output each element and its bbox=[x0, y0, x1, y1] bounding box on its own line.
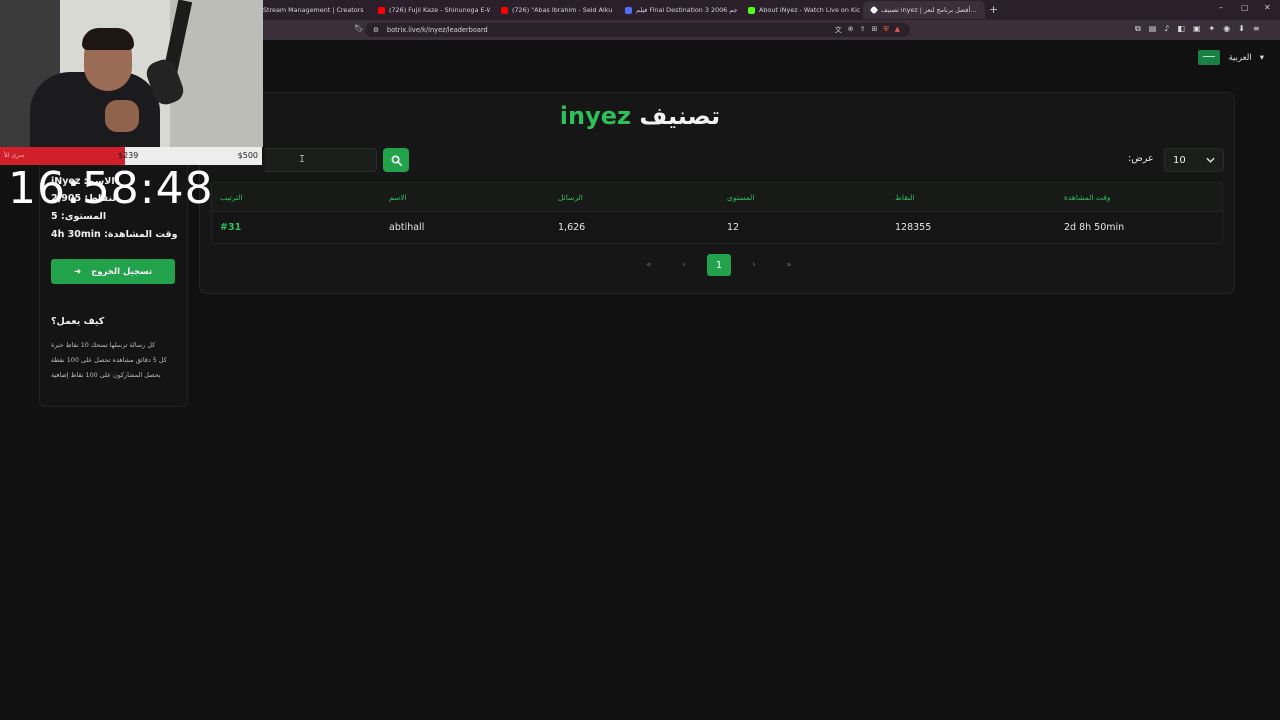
cell-points: 128355 bbox=[895, 222, 932, 233]
play-icon bbox=[625, 6, 632, 14]
next-page-button[interactable]: › bbox=[742, 254, 766, 276]
logout-button[interactable]: تسجيل الخروج ➜ bbox=[51, 259, 175, 284]
goal-left-label: سرى للأ bbox=[4, 152, 25, 159]
table-header: الترتيب الاسم الرسائل المستوى النقاط وقت… bbox=[211, 182, 1223, 212]
brave-shield-icon[interactable]: ⛨ bbox=[883, 25, 888, 35]
youtube-icon bbox=[501, 6, 508, 14]
url-text: botrix.live/k/inyez/leaderboard bbox=[386, 26, 488, 34]
last-page-button[interactable]: » bbox=[777, 254, 801, 276]
panel-icon[interactable]: ◧ bbox=[1177, 24, 1185, 34]
search-input[interactable] bbox=[265, 148, 377, 172]
column-header-level[interactable]: المستوى bbox=[727, 193, 754, 202]
youtube-icon bbox=[378, 6, 385, 14]
leo-icon[interactable]: ✦ bbox=[1209, 24, 1216, 34]
translate-icon[interactable]: 文 bbox=[835, 25, 842, 35]
bookmark-icon[interactable]: 🔖︎ bbox=[354, 24, 364, 33]
pagination: « ‹ 1 › » bbox=[637, 254, 801, 276]
site-info-icon[interactable]: ⚙︎ bbox=[373, 26, 379, 34]
show-count-label: :عرض bbox=[1128, 153, 1154, 164]
saudi-flag-icon bbox=[1198, 50, 1221, 65]
chevron-down-icon bbox=[1206, 157, 1215, 163]
tab-final-destination[interactable]: فيلم Final Destination 3 2006 مترجم bbox=[617, 1, 737, 19]
search-button[interactable] bbox=[383, 148, 409, 172]
tab-leaderboard-active[interactable]: تصنيف inyez | أفضل برنامج لتعز... × bbox=[863, 1, 985, 19]
rewards-icon[interactable]: ▲ bbox=[895, 25, 900, 35]
close-window-button[interactable]: ✕ bbox=[1264, 3, 1271, 12]
goal-target: $500 bbox=[237, 151, 258, 160]
menu-icon[interactable]: ≡ bbox=[1253, 24, 1260, 34]
music-icon[interactable]: ♪ bbox=[1164, 24, 1169, 34]
leaderboard-table: الترتيب الاسم الرسائل المستوى النقاط وقت… bbox=[211, 182, 1223, 244]
how-it-works-title: كيف يعمل؟ bbox=[51, 316, 105, 327]
vpn-icon[interactable]: ◉ bbox=[1223, 24, 1230, 34]
kick-icon bbox=[748, 6, 755, 14]
text-cursor-icon: I bbox=[299, 154, 306, 165]
how-it-works-item: كل 5 دقائق مشاهدة تحصل على 100 نقطة bbox=[51, 356, 167, 364]
cell-name: abtihall bbox=[389, 222, 425, 233]
cell-level: 12 bbox=[727, 222, 740, 233]
logout-label: تسجيل الخروج bbox=[91, 266, 153, 277]
sidebar-icon[interactable]: ▤ bbox=[1149, 24, 1157, 34]
column-header-points[interactable]: النقاط bbox=[895, 193, 915, 202]
how-it-works-item: كل رسالة ترسلها تمنحك 10 نقاط خبرة bbox=[51, 341, 156, 349]
tab-youtube-fujii-kaze[interactable]: (726) Fujii Kaze - Shinunoga E-Wa - bbox=[370, 1, 490, 19]
column-header-messages[interactable]: الرسائل bbox=[558, 193, 583, 202]
wallet-icon[interactable]: ▣ bbox=[1193, 24, 1201, 34]
show-count-select[interactable]: 10 bbox=[1164, 148, 1224, 172]
extensions-icon[interactable]: ⧉ bbox=[1135, 24, 1141, 34]
first-page-button[interactable]: « bbox=[637, 254, 661, 276]
botrix-icon bbox=[869, 5, 879, 15]
url-field[interactable]: ⚙︎ botrix.live/k/inyez/leaderboard 文 ⊕ ⇪… bbox=[365, 23, 910, 37]
logout-icon: ➜ bbox=[73, 266, 82, 277]
table-row: #31 abtihall 1,626 12 128355 2d 8h 50min bbox=[211, 212, 1223, 244]
share-icon[interactable]: ⇪ bbox=[860, 25, 866, 35]
column-header-rank[interactable]: الترتيب bbox=[220, 193, 243, 202]
toolbar-icons: ⧉ ▤ ♪ ◧ ▣ ✦ ◉ ⬇ ≡ bbox=[1135, 24, 1260, 34]
goal-current: $239 bbox=[118, 151, 139, 160]
zoom-icon[interactable]: ⊕ bbox=[848, 25, 854, 35]
cell-messages: 1,626 bbox=[558, 222, 586, 233]
column-header-name[interactable]: الاسم bbox=[389, 193, 407, 202]
new-tab-button[interactable]: + bbox=[989, 3, 998, 16]
tab-kick-about[interactable]: About iNyez - Watch Live on Kick bbox=[740, 1, 860, 19]
show-count-value: 10 bbox=[1173, 154, 1186, 166]
page-1-button[interactable]: 1 bbox=[707, 254, 731, 276]
language-label: العربية bbox=[1228, 52, 1252, 63]
prev-page-button[interactable]: ‹ bbox=[672, 254, 696, 276]
language-selector[interactable]: العربية ▾ bbox=[1198, 50, 1264, 65]
minimize-button[interactable]: – bbox=[1219, 3, 1223, 12]
stream-clock: 16:58:48 bbox=[8, 163, 214, 214]
chevron-down-icon: ▾ bbox=[1259, 52, 1264, 63]
tab-youtube-abas-ibrahim[interactable]: (726) "Abas Ibrahim - Seid Alkul bbox=[493, 1, 613, 19]
search-icon bbox=[391, 155, 402, 166]
webcam-overlay bbox=[0, 0, 263, 147]
cell-rank: #31 bbox=[220, 222, 242, 233]
install-icon[interactable]: ⊞ bbox=[871, 25, 877, 35]
download-icon[interactable]: ⬇ bbox=[1238, 24, 1245, 34]
cell-watchtime: 2d 8h 50min bbox=[1064, 222, 1125, 233]
maximize-button[interactable]: ▢ bbox=[1241, 3, 1249, 12]
user-watchtime: وقت المشاهدة: 4h 30min bbox=[51, 229, 178, 240]
how-it-works-item: يحصل المشاركون على 100 نقاط إضافية bbox=[51, 371, 161, 379]
column-header-watchtime[interactable]: وقت المشاهدة bbox=[1064, 193, 1110, 202]
tab-stream-management[interactable]: Stream Management | Creators bbox=[255, 1, 365, 19]
